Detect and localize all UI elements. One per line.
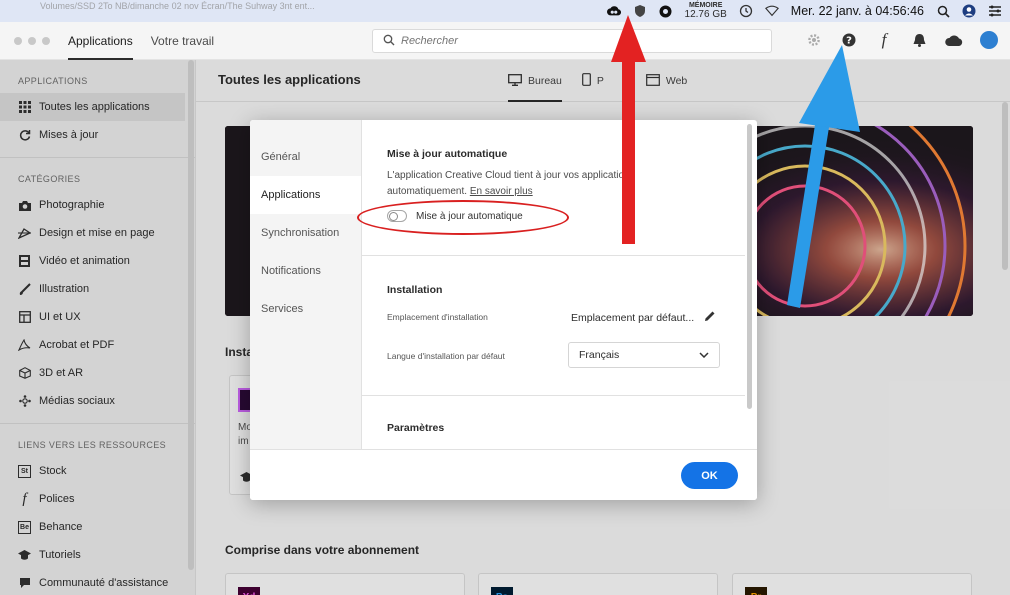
red-arrow-annotation bbox=[611, 15, 646, 244]
blue-arrow-annotation bbox=[787, 45, 860, 308]
arrow-annotations bbox=[611, 15, 860, 308]
